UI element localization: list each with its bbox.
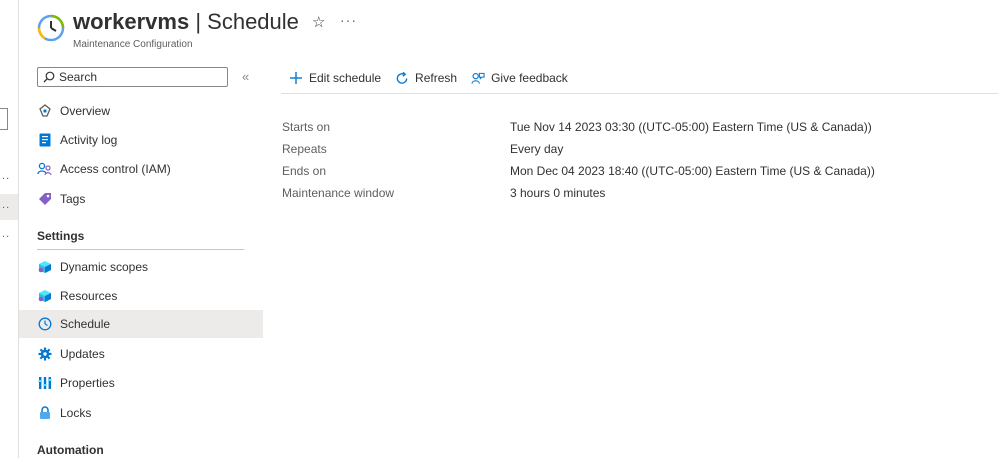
detail-value: 3 hours 0 minutes: [510, 186, 606, 200]
previous-blade-more-3[interactable]: ...: [0, 228, 10, 240]
command-bar: Edit schedule Refresh Give feedback: [289, 68, 582, 88]
activity-log-icon: [37, 132, 53, 148]
nav-label: Activity log: [60, 133, 118, 147]
properties-icon: [37, 375, 53, 391]
detail-value: Every day: [510, 142, 564, 156]
previous-blade-more-2[interactable]: ...: [0, 199, 10, 211]
nav-label: Properties: [60, 376, 115, 390]
previous-blade-more-1[interactable]: ...: [0, 170, 10, 182]
cube-icon: [37, 259, 53, 275]
detail-label: Maintenance window: [282, 186, 395, 200]
cube-icon: [37, 288, 53, 304]
nav-item-locks[interactable]: Locks: [19, 399, 263, 427]
lock-icon: [37, 405, 53, 421]
nav-item-activity-log[interactable]: Activity log: [19, 126, 263, 154]
previous-blade-strip: ... ... ...: [0, 0, 19, 458]
search-box[interactable]: [37, 67, 228, 87]
automation-heading: Automation: [37, 443, 104, 457]
detail-label: Repeats: [282, 142, 327, 156]
nav-item-properties[interactable]: Properties: [19, 369, 263, 397]
refresh-icon: [395, 71, 409, 85]
favorite-star-icon[interactable]: ☆: [312, 13, 325, 31]
detail-value: Tue Nov 14 2023 03:30 ((UTC-05:00) Easte…: [510, 120, 872, 134]
gear-icon: [37, 346, 53, 362]
command-bar-divider: [281, 93, 998, 94]
feedback-icon: [471, 71, 485, 85]
nav-item-access-control[interactable]: Access control (IAM): [19, 155, 263, 183]
nav-label: Tags: [60, 192, 86, 206]
clock-icon: [37, 316, 53, 332]
nav-item-updates[interactable]: Updates: [19, 340, 263, 368]
iam-icon: [37, 161, 53, 177]
give-feedback-label: Give feedback: [491, 71, 568, 85]
tag-icon: [37, 191, 53, 207]
nav-item-overview[interactable]: Overview: [19, 97, 263, 125]
previous-blade-input[interactable]: [0, 108, 8, 130]
edit-schedule-button[interactable]: Edit schedule: [289, 71, 381, 85]
page-subtitle: Maintenance Configuration: [73, 39, 193, 50]
detail-label: Ends on: [282, 164, 327, 178]
search-input[interactable]: [59, 68, 219, 86]
maintenance-clock-icon: [37, 14, 65, 42]
nav-item-resources[interactable]: Resources: [19, 282, 263, 310]
page-title: workervms | Schedule: [73, 9, 299, 35]
resource-name: workervms: [73, 9, 190, 34]
title-separator: |: [195, 9, 202, 34]
nav-label: Schedule: [60, 317, 111, 331]
refresh-label: Refresh: [415, 71, 458, 85]
nav-label: Updates: [60, 347, 105, 361]
nav-label: Dynamic scopes: [60, 260, 149, 274]
edit-schedule-label: Edit schedule: [309, 71, 382, 85]
page-name: Schedule: [207, 9, 299, 34]
more-options-button[interactable]: ···: [340, 12, 357, 28]
nav-item-dynamic-scopes[interactable]: Dynamic scopes: [19, 253, 263, 281]
plus-icon: [289, 71, 303, 85]
collapse-menu-button[interactable]: «: [242, 69, 249, 84]
search-icon: [43, 71, 55, 83]
nav-item-schedule[interactable]: Schedule: [19, 310, 263, 338]
nav-label: Resources: [60, 289, 118, 303]
nav-label: Access control (IAM): [60, 162, 171, 176]
settings-heading: Settings: [37, 229, 85, 243]
nav-item-tags[interactable]: Tags: [19, 185, 263, 213]
nav-label: Locks: [60, 406, 92, 420]
give-feedback-button[interactable]: Give feedback: [471, 71, 568, 85]
refresh-button[interactable]: Refresh: [395, 71, 457, 85]
detail-label: Starts on: [282, 120, 331, 134]
overview-icon: [37, 103, 53, 119]
nav-label: Overview: [60, 104, 111, 118]
settings-divider: [37, 249, 244, 250]
detail-value: Mon Dec 04 2023 18:40 ((UTC-05:00) Easte…: [510, 164, 875, 178]
